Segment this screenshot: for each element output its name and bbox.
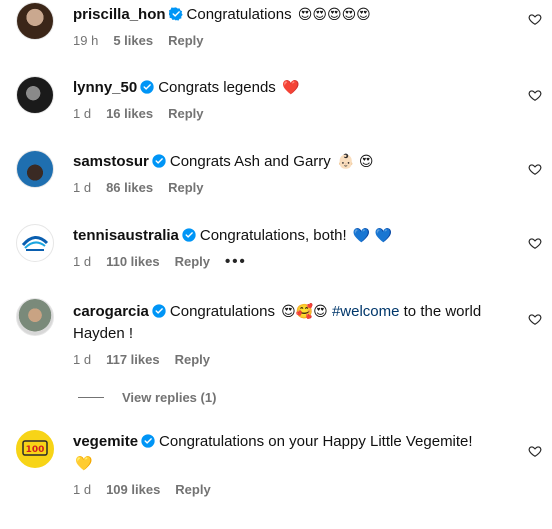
- reply-button[interactable]: Reply: [175, 254, 210, 269]
- like-heart-icon[interactable]: [528, 12, 542, 26]
- comment-text-line: tennisaustralia Congratulations, both! 💙 …: [73, 225, 512, 247]
- comment-text: Congratulations: [186, 6, 292, 23]
- view-replies-label[interactable]: View replies (1): [122, 390, 216, 405]
- verified-badge-icon: [152, 154, 166, 168]
- comment-text: Congratulations on your Happy Little Veg…: [159, 433, 473, 450]
- emoji-red-heart: ❤️: [281, 80, 300, 96]
- comment-meta: 1 d 86 likes Reply: [73, 179, 512, 197]
- timestamp[interactable]: 1 d: [73, 180, 91, 195]
- username[interactable]: priscilla_hon: [73, 6, 166, 23]
- verified-badge-icon: [182, 228, 196, 242]
- comment-text-after: to the world: [403, 303, 482, 320]
- comment-text-line: carogarcia Congratulations 😍🥰😍 #welcome t…: [73, 301, 512, 323]
- vegemite-logo-icon: 100: [22, 440, 48, 456]
- comment-meta: 19 h 5 likes Reply: [73, 32, 512, 50]
- username[interactable]: vegemite: [73, 433, 138, 450]
- timestamp[interactable]: 1 d: [73, 254, 91, 269]
- reply-button[interactable]: Reply: [168, 180, 203, 195]
- comment-meta: 1 d 117 likes Reply: [73, 351, 512, 369]
- timestamp[interactable]: 1 d: [73, 352, 91, 367]
- verified-badge-icon: [152, 304, 166, 318]
- reply-button[interactable]: Reply: [175, 482, 210, 497]
- comment-text-line: lynny_50 Congrats legends ❤️: [73, 77, 512, 99]
- likes-count[interactable]: 16 likes: [106, 106, 153, 121]
- reply-button[interactable]: Reply: [168, 106, 203, 121]
- comment-text-line: samstosur Congrats Ash and Garry 👶🏻 😍: [73, 151, 512, 173]
- username[interactable]: samstosur: [73, 153, 149, 170]
- emoji-heart-eyes: 😍🥰😍: [281, 304, 328, 320]
- emoji-heart-eyes: 😍😍😍😍😍: [297, 7, 371, 23]
- likes-count[interactable]: 5 likes: [113, 33, 153, 48]
- like-heart-icon[interactable]: [528, 88, 542, 102]
- svg-text:100: 100: [26, 445, 45, 455]
- comment-text: Congrats Ash and Garry: [169, 153, 331, 170]
- verified-badge-icon: [141, 434, 155, 448]
- avatar[interactable]: [16, 76, 54, 114]
- likes-count[interactable]: 86 likes: [106, 180, 153, 195]
- avatar[interactable]: [16, 298, 54, 336]
- avatar[interactable]: [16, 224, 54, 262]
- comment-meta: 1 d 16 likes Reply: [73, 105, 512, 123]
- username[interactable]: lynny_50: [73, 79, 137, 96]
- comment-meta: 1 d 109 likes Reply: [73, 481, 512, 499]
- like-heart-icon[interactable]: [528, 162, 542, 176]
- like-heart-icon[interactable]: [528, 236, 542, 250]
- likes-count[interactable]: 117 likes: [106, 352, 160, 367]
- timestamp[interactable]: 19 h: [73, 33, 98, 48]
- comment-text: Congratulations, both!: [199, 227, 347, 244]
- replies-divider: [78, 397, 104, 398]
- view-replies-button[interactable]: View replies (1): [78, 390, 216, 405]
- comment-text: Congrats legends: [158, 79, 276, 96]
- emoji-blue-hearts: 💙 💙: [352, 228, 393, 244]
- avatar[interactable]: [16, 150, 54, 188]
- likes-count[interactable]: 109 likes: [106, 482, 160, 497]
- comment-text-line-2: Hayden !: [73, 325, 134, 342]
- avatar[interactable]: [16, 2, 54, 40]
- comment-text-line-2: 💛: [73, 453, 512, 475]
- emoji-baby-heart-eyes: 👶🏻 😍: [336, 154, 374, 170]
- likes-count[interactable]: 110 likes: [106, 254, 160, 269]
- emoji-yellow-heart: 💛: [75, 456, 93, 472]
- comment-text-line: priscilla_hon Congratulations 😍😍😍😍😍: [73, 4, 512, 26]
- verified-badge-icon: [140, 80, 154, 94]
- tennis-australia-logo-icon: [21, 236, 49, 251]
- username[interactable]: carogarcia: [73, 303, 149, 320]
- comment-meta: 1 d 110 likes Reply •••: [73, 253, 512, 271]
- reply-button[interactable]: Reply: [175, 352, 210, 367]
- comment-text: Congratulations: [169, 303, 275, 320]
- comment-text-line: vegemite Congratulations on your Happy Li…: [73, 431, 512, 453]
- reply-button[interactable]: Reply: [168, 33, 203, 48]
- avatar[interactable]: 100: [16, 430, 54, 468]
- username[interactable]: tennisaustralia: [73, 227, 179, 244]
- like-heart-icon[interactable]: [528, 444, 542, 458]
- timestamp[interactable]: 1 d: [73, 482, 91, 497]
- hashtag-link[interactable]: #welcome: [332, 303, 400, 320]
- timestamp[interactable]: 1 d: [73, 106, 91, 121]
- more-options-icon[interactable]: •••: [225, 253, 247, 270]
- verified-badge-icon: [168, 7, 183, 21]
- like-heart-icon[interactable]: [528, 312, 542, 326]
